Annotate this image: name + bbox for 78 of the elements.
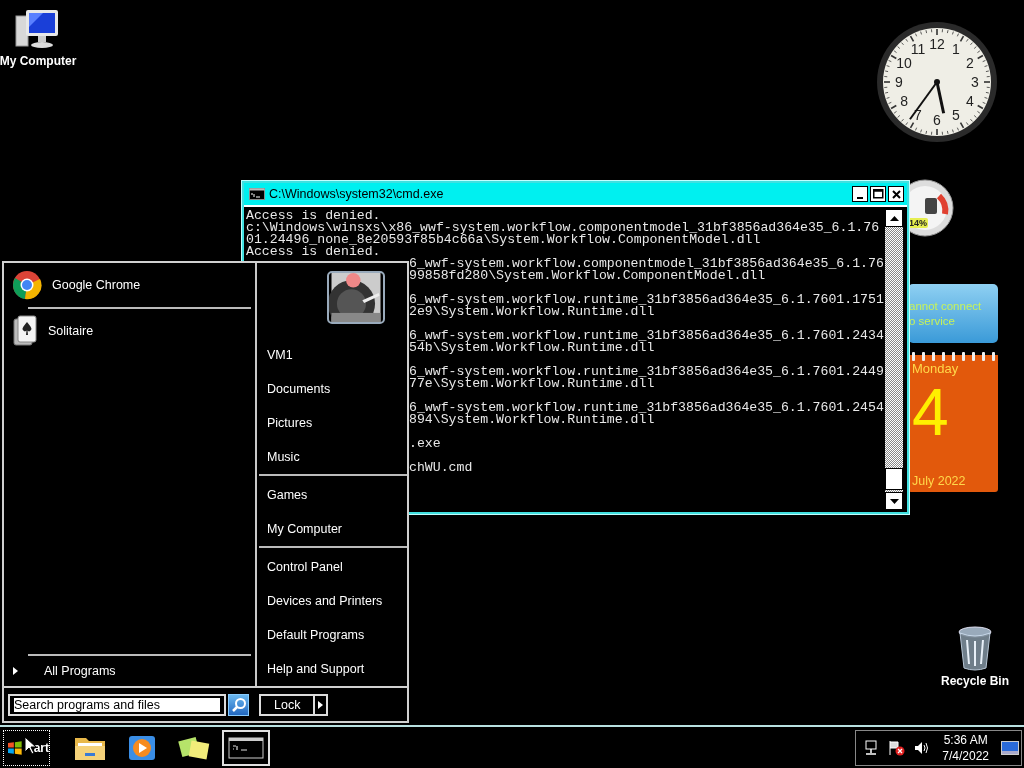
console-line: 6_wwf-system.workflow.runtime_31bf3856ad364e35_6.1.7601.2449	[409, 366, 884, 378]
maximize-icon	[872, 189, 884, 199]
window-title: C:\Windows\system32\cmd.exe	[269, 187, 444, 201]
playing-cards-icon	[12, 315, 38, 347]
clock-numeral: 2	[966, 55, 974, 71]
menu-item[interactable]: Help and Support	[267, 652, 407, 686]
arrow-icon	[318, 700, 324, 709]
minimize-icon	[857, 197, 863, 199]
clock-numeral: 11	[910, 41, 926, 58]
icon-label[interactable]: Recycle Bin	[940, 674, 1009, 688]
clock-numeral: 5	[952, 106, 960, 123]
menu-item[interactable]: Control Panel	[267, 550, 407, 584]
console-line: 2e9\System.Workflow.Runtime.dll	[409, 306, 655, 318]
console-line: Access is denied.	[246, 246, 381, 258]
program-label[interactable]: Solitaire	[48, 324, 94, 338]
search-button[interactable]	[228, 693, 249, 716]
weather-message: o service	[909, 313, 957, 329]
day-number: 4	[912, 380, 949, 444]
console-line: 6_wwf-system.workflow.runtime_31bf3856ad364e35_6.1.7601.1751	[409, 294, 884, 306]
clock-numeral: 1	[952, 41, 960, 58]
chrome-icon	[12, 270, 42, 300]
weekday-label: Monday	[912, 361, 960, 376]
console-line: 6_wwf-system.workflow.componentmodel_31bf3856ad364e35_6.1.76	[409, 258, 884, 270]
close-icon	[891, 189, 901, 199]
program-label[interactable]: Google Chrome	[52, 278, 141, 292]
console-line: 01.24496_none_8e20593f85b4c66a\System.Workflow.ComponentModel.dll	[246, 234, 761, 246]
console-line: 894\System.Workflow.Runtime.dll	[409, 414, 655, 426]
up-arrow-icon	[889, 215, 899, 221]
windows-logo-icon	[8, 740, 22, 755]
menu-item[interactable]: Devices and Printers	[267, 584, 407, 618]
clock-numeral: 6	[933, 112, 941, 128]
menu-item[interactable]: My Computer	[267, 512, 407, 546]
menu-item[interactable]: Pictures	[267, 406, 407, 440]
close-button[interactable]	[888, 186, 904, 202]
scrollbar[interactable]	[885, 209, 903, 510]
down-arrow-icon	[889, 498, 899, 504]
start-button[interactable]: art	[3, 729, 50, 766]
icon-label[interactable]: My Computer	[0, 54, 77, 68]
console-line: 6_wwf-system.workflow.runtime_31bf3856ad364e35_6.1.7601.2454	[409, 402, 884, 414]
console-line: 54b\System.Workflow.Runtime.dll	[409, 342, 655, 354]
clock-date: 7/4/2022	[942, 747, 989, 764]
month-label: July 2022	[912, 474, 967, 488]
taskbar-button[interactable]	[222, 729, 270, 766]
minimize-button[interactable]	[852, 186, 868, 202]
console-line: 6_wwf-system.workflow.runtime_31bf3856ad364e35_6.1.7601.2434	[409, 330, 884, 342]
clock-numeral: 9	[895, 74, 903, 90]
clock-numeral: 12	[929, 36, 945, 52]
console-line: chWU.cmd	[409, 462, 473, 474]
console-line: 77e\System.Workflow.Runtime.dll	[409, 378, 655, 390]
recycle-bin-icon	[955, 624, 995, 672]
console-line: c:\Windows\winsxs\x86_wwf-system.workflow.componentmodel_31bf3856ad364e35_6.1.76	[246, 222, 880, 234]
console-line: Access is denied.	[246, 210, 381, 222]
cursor-icon	[24, 736, 36, 755]
clock-numeral: 8	[900, 93, 908, 109]
scroll-thumb[interactable]	[885, 468, 903, 490]
maximize-button[interactable]	[870, 186, 886, 202]
scroll-up-button[interactable]	[885, 209, 903, 227]
menu-item[interactable]: Games	[267, 478, 407, 512]
menu-item[interactable]: Default Programs	[267, 618, 407, 652]
weather-message: annot connect	[909, 298, 983, 314]
show-desktop-icon	[1001, 740, 1019, 755]
search-field[interactable]: Search programs and files	[8, 693, 226, 716]
terminal-icon	[249, 188, 265, 200]
clock-time: 5:36 AM	[943, 731, 988, 748]
menu-item[interactable]: Documents	[267, 372, 407, 406]
search-icon	[230, 696, 247, 713]
terminal-icon	[228, 736, 264, 759]
menu-item[interactable]: VM1	[267, 338, 407, 372]
menu-item[interactable]: Music	[267, 440, 407, 474]
all-programs-link[interactable]: All Programs	[44, 664, 116, 678]
console-line: 99858fd280\System.Workflow.ComponentModel.dll	[409, 270, 766, 282]
flag-icon	[888, 739, 907, 756]
scroll-down-button[interactable]	[885, 492, 903, 510]
clock-numeral: 3	[971, 74, 979, 90]
clock-numeral: 10	[896, 55, 912, 71]
clock-numeral: 4	[966, 93, 974, 109]
console-line: .exe	[409, 438, 441, 450]
arrow-icon	[13, 667, 18, 675]
